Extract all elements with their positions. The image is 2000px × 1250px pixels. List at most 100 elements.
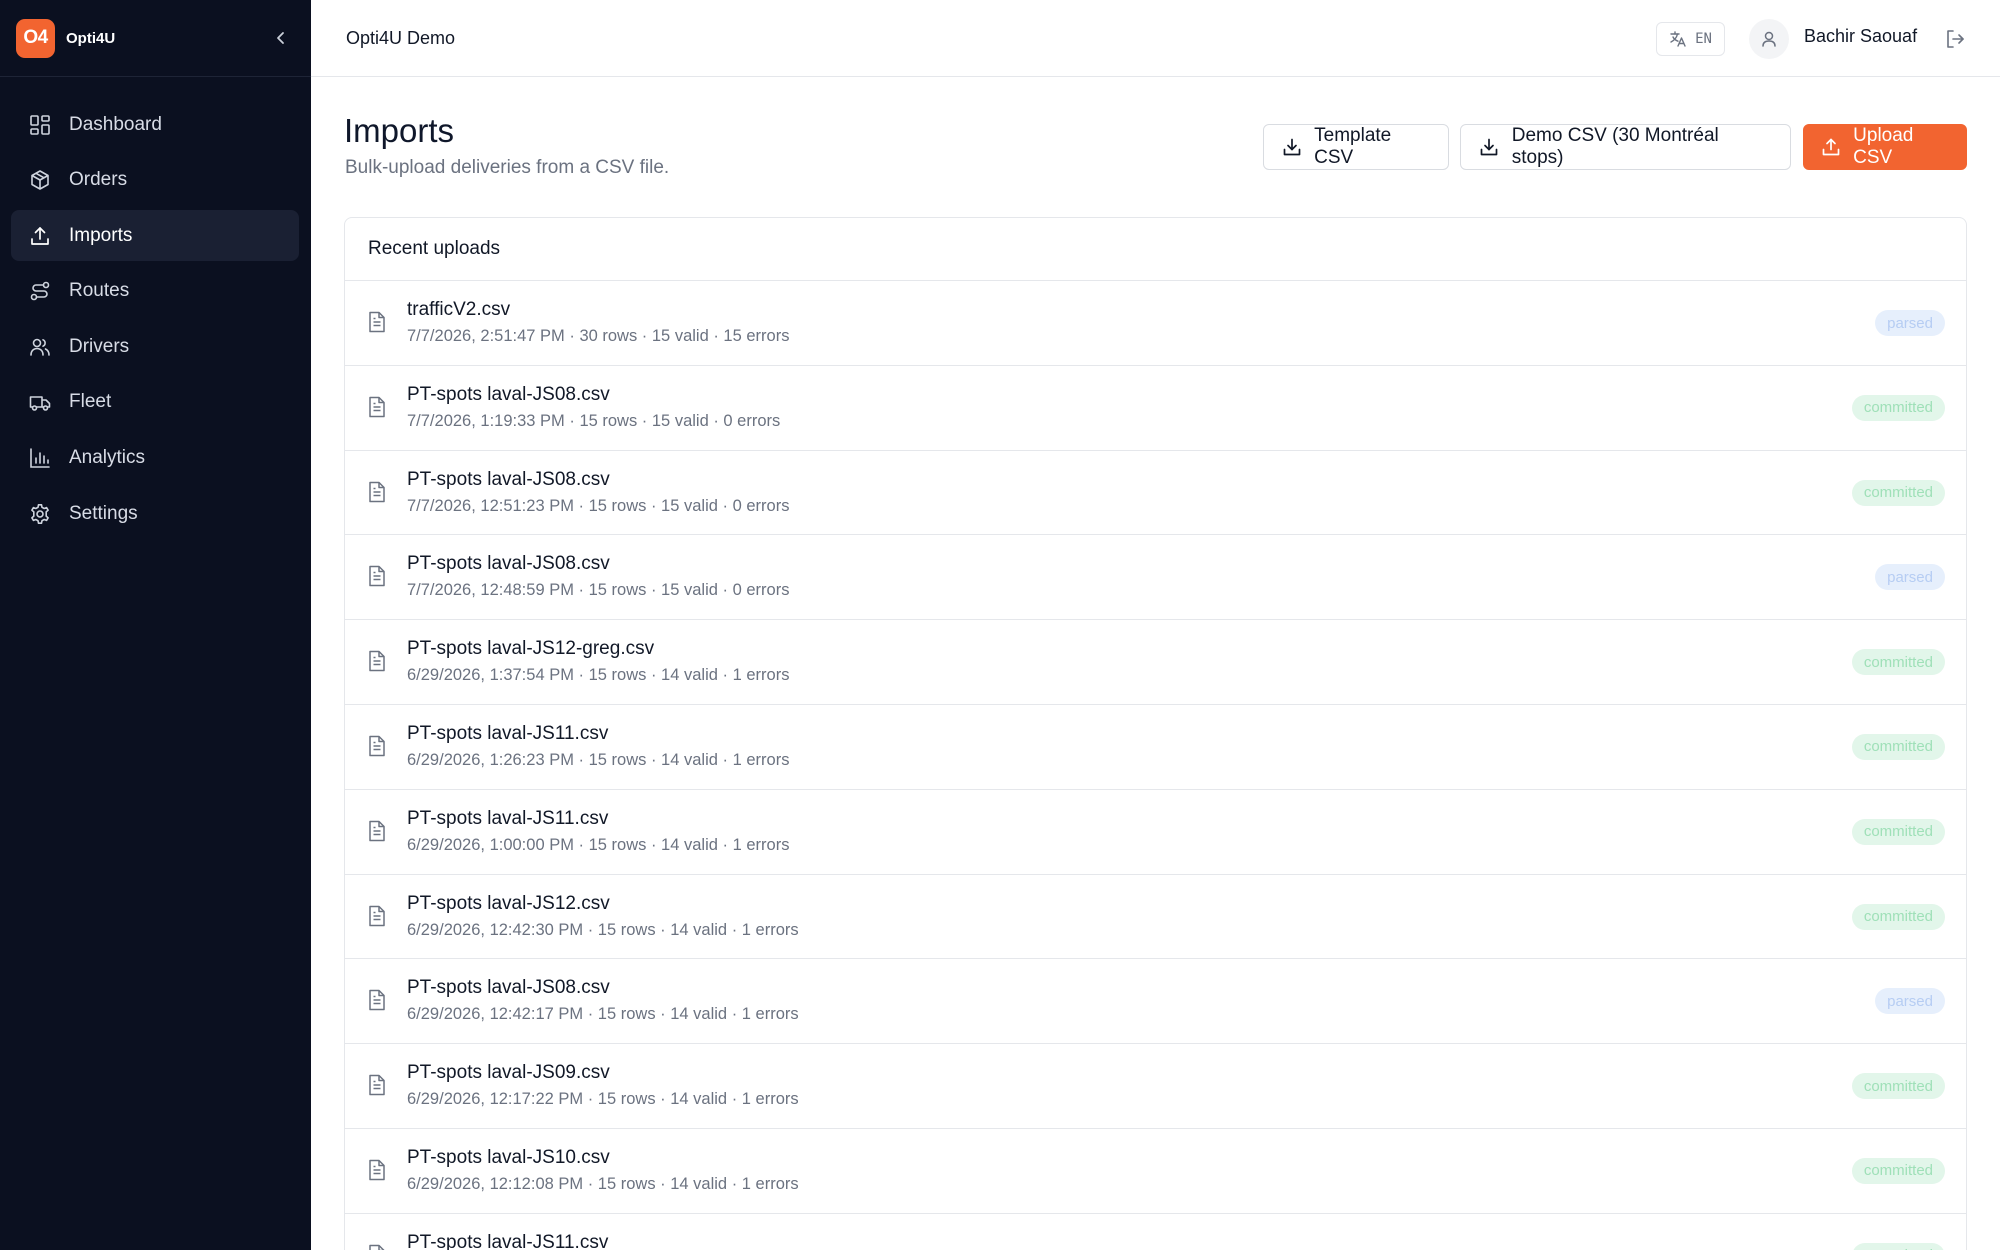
download-demo-csv-button[interactable]: Demo CSV (30 Montréal stops) — [1460, 124, 1791, 170]
sidebar-item-settings[interactable]: Settings — [11, 488, 299, 539]
sidebar-item-routes[interactable]: Routes — [11, 266, 299, 317]
upload-meta: 6/29/2026, 12:42:17 PM · 15 rows · 14 va… — [407, 1005, 799, 1024]
users-icon — [28, 335, 52, 359]
download-icon — [1281, 136, 1302, 158]
upload-filename: PT-spots laval-JS08.csv — [407, 468, 610, 490]
upload-row[interactable]: PT-spots laval-JS08.csv 7/7/2026, 12:48:5… — [345, 535, 1966, 621]
file-text-icon — [367, 481, 391, 505]
file-text-icon — [367, 1159, 391, 1183]
upload-filename: PT-spots laval-JS11.csv — [407, 722, 609, 744]
upload-row[interactable]: PT-spots laval-JS12-greg.csv 6/29/2026, 1… — [345, 620, 1966, 705]
truck-icon — [28, 390, 52, 414]
download-template-csv-button[interactable]: Template CSV — [1263, 124, 1449, 170]
upload-row[interactable]: PT-spots laval-JS10.csv 6/29/2026, 12:12:… — [345, 1129, 1966, 1214]
upload-meta: 6/29/2026, 12:17:22 PM · 15 rows · 14 va… — [407, 1090, 799, 1109]
brand-name: Opti4U — [66, 29, 116, 47]
status-badge: parsed — [1875, 988, 1945, 1015]
upload-meta: 6/29/2026, 1:37:54 PM · 15 rows · 14 val… — [407, 666, 790, 685]
sidebar-item-label: Dashboard — [69, 113, 162, 135]
upload-row[interactable]: PT-spots laval-JS08.csv 7/7/2026, 1:19:33… — [345, 366, 1966, 451]
upload-csv-button[interactable]: Upload CSV — [1803, 124, 1967, 170]
sidebar-item-label: Routes — [69, 280, 130, 302]
user-name[interactable]: Bachir Saouaf — [1804, 26, 1917, 47]
file-text-icon — [367, 650, 391, 674]
user-icon — [1762, 31, 1776, 47]
language-switcher[interactable]: EN — [1656, 22, 1725, 56]
file-text-icon — [367, 1074, 391, 1098]
status-badge: committed — [1851, 818, 1945, 845]
upload-filename: PT-spots laval-JS08.csv — [407, 553, 610, 575]
sidebar-item-orders[interactable]: Orders — [11, 155, 299, 206]
logout-button[interactable] — [1942, 26, 1968, 52]
status-badge: committed — [1851, 649, 1945, 676]
status-badge: committed — [1851, 1242, 1945, 1250]
upload-icon — [1821, 136, 1841, 158]
sidebar-item-label: Settings — [69, 502, 138, 524]
upload-row[interactable]: trafficV2.csv 7/7/2026, 2:51:47 PM · 30 r… — [345, 281, 1966, 366]
upload-meta: 7/7/2026, 12:51:23 PM · 15 rows · 15 val… — [407, 496, 790, 515]
file-text-icon — [367, 565, 391, 589]
sidebar-item-fleet[interactable]: Fleet — [11, 377, 299, 428]
dashboard-icon — [28, 113, 52, 137]
upload-meta: 7/7/2026, 2:51:47 PM · 30 rows · 15 vali… — [407, 327, 790, 345]
sidebar: O4 Opti4U Dashboard Orders Imports Route… — [0, 0, 311, 1250]
brand-logo[interactable]: O4 — [16, 18, 55, 58]
status-badge: committed — [1851, 733, 1945, 760]
download-icon — [1478, 136, 1500, 158]
uploads-list: trafficV2.csv 7/7/2026, 2:51:47 PM · 30 r… — [345, 281, 1966, 1250]
upload-meta: 7/7/2026, 12:48:59 PM · 15 rows · 15 val… — [407, 581, 790, 600]
sidebar-item-drivers[interactable]: Drivers — [11, 321, 299, 372]
recent-uploads-card: Recent uploads trafficV2.csv 7/7/2026, 2:… — [344, 217, 1967, 1250]
status-badge: committed — [1851, 479, 1945, 506]
sidebar-item-analytics[interactable]: Analytics — [11, 433, 299, 484]
sidebar-item-label: Drivers — [69, 335, 130, 357]
file-text-icon — [367, 1244, 391, 1250]
upload-filename: PT-spots laval-JS09.csv — [407, 1062, 610, 1084]
upload-row[interactable]: PT-spots laval-JS08.csv 7/7/2026, 12:51:2… — [345, 451, 1966, 536]
translate-icon — [1670, 31, 1686, 47]
upload-meta: 7/7/2026, 1:19:33 PM · 15 rows · 15 vali… — [407, 411, 781, 430]
sidebar-item-label: Fleet — [69, 391, 112, 413]
card-title: Recent uploads — [345, 218, 1966, 281]
language-label: EN — [1695, 31, 1712, 47]
upload-filename: trafficV2.csv — [407, 299, 511, 320]
file-text-icon — [367, 735, 391, 759]
upload-row[interactable]: PT-spots laval-JS11.csv 6/29/2026, 1:00:0… — [345, 790, 1966, 875]
template-csv-label: Template CSV — [1314, 125, 1392, 168]
sidebar-item-imports[interactable]: Imports — [11, 210, 299, 262]
status-badge: committed — [1851, 903, 1945, 930]
upload-meta: 6/29/2026, 12:42:30 PM · 15 rows · 14 va… — [407, 920, 799, 939]
upload-filename: PT-spots laval-JS10.csv — [407, 1146, 610, 1168]
upload-row[interactable]: PT-spots laval-JS08.csv 6/29/2026, 12:42:… — [345, 959, 1966, 1045]
sidebar-item-label: Imports — [69, 224, 133, 246]
sidebar-item-label: Analytics — [69, 447, 146, 469]
topbar: Opti4U Demo — [311, 0, 2000, 77]
collapse-sidebar-button[interactable] — [269, 26, 293, 50]
file-text-icon — [367, 989, 391, 1013]
status-badge: committed — [1851, 394, 1945, 421]
sidebar-nav: Dashboard Orders Imports Routes Drivers — [0, 77, 311, 539]
page-subtitle: Bulk-upload deliveries from a CSV file. — [345, 157, 670, 178]
upload-row[interactable]: PT-spots laval-JS12.csv 6/29/2026, 12:42:… — [345, 875, 1966, 960]
status-badge: parsed — [1875, 564, 1945, 591]
upload-icon — [28, 224, 52, 248]
sidebar-item-dashboard[interactable]: Dashboard — [11, 99, 299, 150]
brand: O4 Opti4U — [0, 0, 311, 77]
upload-meta: 6/29/2026, 12:12:08 PM · 15 rows · 14 va… — [407, 1174, 799, 1193]
status-badge: committed — [1851, 1073, 1945, 1100]
upload-row[interactable]: PT-spots laval-JS11.csv 6/29/2026, 1:26:2… — [345, 705, 1966, 790]
avatar[interactable] — [1749, 19, 1789, 59]
upload-csv-label: Upload CSV — [1853, 125, 1914, 168]
file-text-icon — [367, 820, 391, 844]
demo-csv-label: Demo CSV (30 Montréal stops) — [1511, 125, 1719, 168]
file-text-icon — [367, 311, 391, 335]
upload-row[interactable]: PT-spots laval-JS11.csv committed — [345, 1214, 1966, 1250]
upload-meta: 6/29/2026, 1:00:00 PM · 15 rows · 14 val… — [407, 835, 790, 854]
upload-filename: PT-spots laval-JS11.csv — [407, 1231, 609, 1250]
upload-filename: PT-spots laval-JS08.csv — [407, 383, 610, 405]
page-title: Imports — [344, 112, 455, 149]
package-icon — [28, 168, 52, 192]
upload-filename: PT-spots laval-JS11.csv — [407, 807, 609, 829]
upload-row[interactable]: PT-spots laval-JS09.csv 6/29/2026, 12:17:… — [345, 1044, 1966, 1129]
bar-chart-icon — [28, 446, 52, 470]
